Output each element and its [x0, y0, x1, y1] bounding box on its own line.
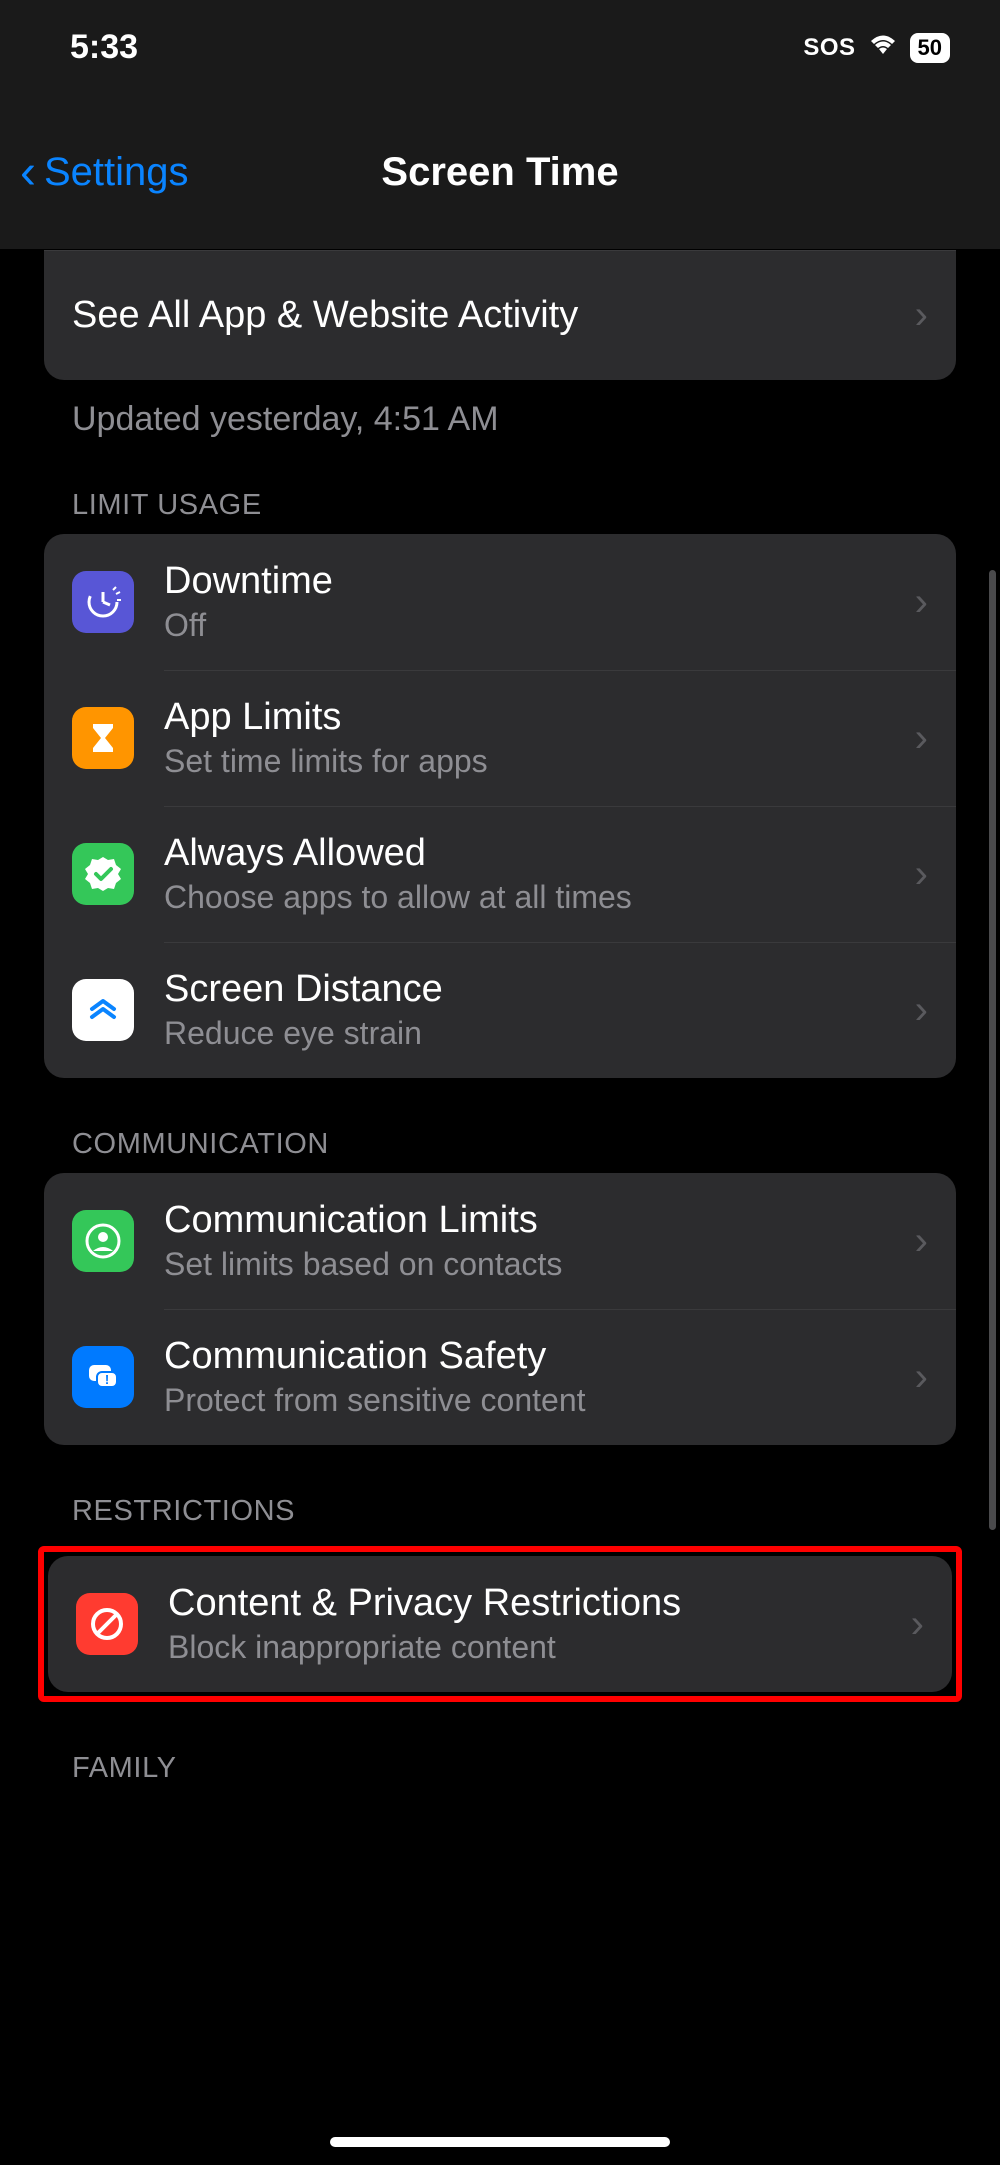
- back-label: Settings: [44, 150, 189, 195]
- content-privacy-sub: Block inappropriate content: [168, 1629, 901, 1666]
- communication-safety-title: Communication Safety: [164, 1335, 905, 1378]
- always-allowed-title: Always Allowed: [164, 832, 905, 875]
- scrollbar-thumb[interactable]: [989, 570, 996, 1530]
- chevron-left-icon: ‹: [20, 145, 36, 200]
- always-allowed-sub: Choose apps to allow at all times: [164, 879, 905, 916]
- communication-limits-sub: Set limits based on contacts: [164, 1246, 905, 1283]
- screen-distance-icon: [72, 979, 134, 1041]
- chevron-right-icon: ›: [911, 1602, 924, 1647]
- no-entry-icon: [76, 1593, 138, 1655]
- app-limits-sub: Set time limits for apps: [164, 743, 905, 780]
- chevron-right-icon: ›: [915, 580, 928, 625]
- chat-alert-icon: !: [72, 1346, 134, 1408]
- app-limits-row[interactable]: App Limits Set time limits for apps ›: [44, 670, 956, 806]
- back-button[interactable]: ‹ Settings: [0, 145, 189, 200]
- status-indicators: SOS 50: [803, 33, 950, 63]
- wifi-icon: [868, 33, 898, 62]
- content-area: See All App & Website Activity › Updated…: [0, 250, 1000, 1797]
- chevron-right-icon: ›: [915, 988, 928, 1033]
- status-time: 5:33: [70, 28, 138, 67]
- app-limits-title: App Limits: [164, 696, 905, 739]
- communication-group: Communication Limits Set limits based on…: [44, 1173, 956, 1445]
- restrictions-group: Content & Privacy Restrictions Block ina…: [48, 1556, 952, 1692]
- communication-safety-sub: Protect from sensitive content: [164, 1382, 905, 1419]
- chevron-right-icon: ›: [915, 293, 928, 338]
- nav-header: ‹ Settings Screen Time: [0, 95, 1000, 250]
- screen-distance-title: Screen Distance: [164, 968, 905, 1011]
- downtime-icon: [72, 571, 134, 633]
- page-title: Screen Time: [381, 150, 618, 195]
- battery-indicator: 50: [910, 33, 950, 63]
- chevron-right-icon: ›: [915, 716, 928, 761]
- limit-usage-group: Downtime Off › App Limits Set time limit…: [44, 534, 956, 1078]
- chevron-right-icon: ›: [915, 1219, 928, 1264]
- chevron-right-icon: ›: [915, 1355, 928, 1400]
- hourglass-icon: [72, 707, 134, 769]
- svg-text:!: !: [105, 1372, 109, 1387]
- communication-header: COMMUNICATION: [44, 1078, 956, 1173]
- content-privacy-title: Content & Privacy Restrictions: [168, 1582, 901, 1625]
- content-privacy-row[interactable]: Content & Privacy Restrictions Block ina…: [48, 1556, 952, 1692]
- status-bar: 5:33 SOS 50: [0, 0, 1000, 95]
- activity-group: See All App & Website Activity ›: [44, 250, 956, 380]
- communication-safety-row[interactable]: ! Communication Safety Protect from sens…: [44, 1309, 956, 1445]
- see-all-activity-label: See All App & Website Activity: [72, 294, 578, 337]
- screen-distance-sub: Reduce eye strain: [164, 1015, 905, 1052]
- limit-usage-header: LIMIT USAGE: [44, 439, 956, 534]
- downtime-sub: Off: [164, 607, 905, 644]
- screen-distance-row[interactable]: Screen Distance Reduce eye strain ›: [44, 942, 956, 1078]
- check-seal-icon: [72, 843, 134, 905]
- sos-indicator: SOS: [803, 34, 855, 62]
- downtime-row[interactable]: Downtime Off ›: [44, 534, 956, 670]
- see-all-activity-row[interactable]: See All App & Website Activity ›: [44, 250, 956, 380]
- restrictions-header: RESTRICTIONS: [44, 1445, 956, 1540]
- activity-updated-text: Updated yesterday, 4:51 AM: [44, 380, 956, 439]
- chevron-right-icon: ›: [915, 852, 928, 897]
- always-allowed-row[interactable]: Always Allowed Choose apps to allow at a…: [44, 806, 956, 942]
- downtime-title: Downtime: [164, 560, 905, 603]
- communication-limits-row[interactable]: Communication Limits Set limits based on…: [44, 1173, 956, 1309]
- person-circle-icon: [72, 1210, 134, 1272]
- annotation-highlight: Content & Privacy Restrictions Block ina…: [38, 1546, 962, 1702]
- communication-limits-title: Communication Limits: [164, 1199, 905, 1242]
- family-header: FAMILY: [44, 1702, 956, 1797]
- home-indicator[interactable]: [330, 2137, 670, 2147]
